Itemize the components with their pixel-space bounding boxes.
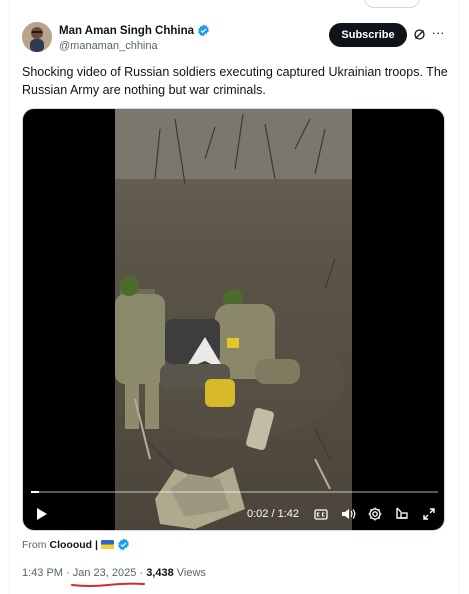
verified-badge-icon bbox=[118, 538, 129, 551]
meta-separator: · bbox=[66, 567, 70, 579]
video-player[interactable]: 0:02 / 1:42 bbox=[22, 108, 445, 531]
video-time: 0:02 / 1:42 bbox=[247, 508, 299, 520]
ukraine-flag-icon bbox=[100, 540, 114, 549]
more-options-icon[interactable]: ··· bbox=[431, 26, 445, 40]
volume-icon[interactable] bbox=[340, 506, 356, 522]
source-name[interactable]: Clooоud | bbox=[50, 539, 98, 551]
date-annotation-underline bbox=[71, 582, 145, 587]
post-text-underlined: Russian soldiers executing bbox=[124, 65, 273, 79]
post-text-start: Shocking video of bbox=[22, 65, 125, 79]
author-handle[interactable]: @manaman_chhina bbox=[59, 40, 158, 52]
frame-border-right bbox=[459, 0, 460, 594]
grok-icon[interactable] bbox=[413, 28, 426, 41]
video-frame bbox=[115, 109, 352, 530]
post-meta: 1:43 PM · Jan 23, 2025 · 3,438 Views bbox=[22, 567, 206, 579]
author-name[interactable]: Man Aman Singh Chhina bbox=[59, 24, 210, 37]
video-source: From Clooоud | bbox=[22, 538, 130, 551]
settings-gear-icon[interactable] bbox=[367, 506, 383, 522]
subscribe-button[interactable]: Subscribe bbox=[329, 23, 407, 47]
post-date[interactable]: Jan 23, 2025 bbox=[73, 567, 137, 579]
views-label: Views bbox=[176, 567, 206, 579]
fullscreen-icon[interactable] bbox=[421, 506, 437, 522]
meta-separator: · bbox=[139, 567, 144, 579]
video-progress-bar[interactable] bbox=[31, 491, 438, 493]
frame-border-left bbox=[9, 0, 10, 594]
video-progress-fill bbox=[31, 491, 40, 493]
avatar[interactable] bbox=[22, 22, 52, 52]
play-icon[interactable] bbox=[33, 506, 49, 522]
author-name-text[interactable]: Man Aman Singh Chhina bbox=[59, 25, 194, 37]
from-label: From bbox=[22, 538, 47, 551]
post-time[interactable]: 1:43 PM bbox=[22, 567, 63, 579]
post-header: Man Aman Singh Chhina @manaman_chhina Su… bbox=[22, 22, 450, 54]
post-text: Shocking video of Russian soldiers execu… bbox=[22, 63, 452, 99]
dock-video-icon[interactable] bbox=[394, 506, 410, 522]
verified-badge-icon bbox=[198, 24, 209, 37]
follow-button-partial[interactable] bbox=[364, 0, 420, 8]
captions-icon[interactable] bbox=[313, 506, 329, 522]
views-count: 3,438 bbox=[146, 567, 174, 579]
